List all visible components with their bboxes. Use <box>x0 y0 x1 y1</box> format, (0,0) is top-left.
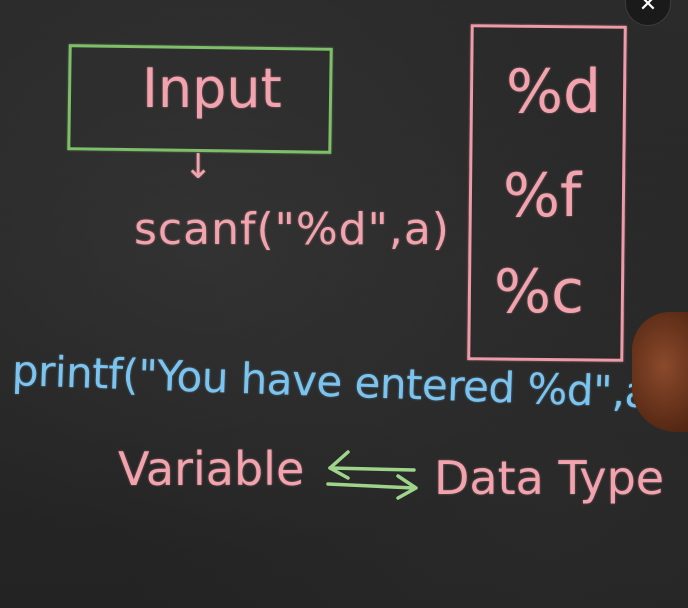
data-type-label: Data Type <box>434 451 665 505</box>
format-specifier-float: %f <box>503 161 582 231</box>
scanf-statement: scanf("%d",a) <box>134 204 450 255</box>
lower-arrow-shaft <box>326 482 416 490</box>
presenter-hand <box>632 312 688 432</box>
format-specifier-int: %d <box>506 57 602 127</box>
left-right-double-arrow-icon <box>326 450 418 500</box>
upper-arrow-shaft <box>328 466 416 472</box>
left-arrowhead <box>328 450 350 480</box>
down-arrow: ↓ <box>184 147 213 187</box>
input-box-label: Input <box>142 57 282 120</box>
chalkboard: Input ↓ scanf("%d",a) %d %f %c printf("Y… <box>0 0 688 608</box>
close-icon: ✕ <box>638 0 658 17</box>
variable-label: Variable <box>118 442 305 496</box>
format-specifier-char: %c <box>494 257 584 327</box>
